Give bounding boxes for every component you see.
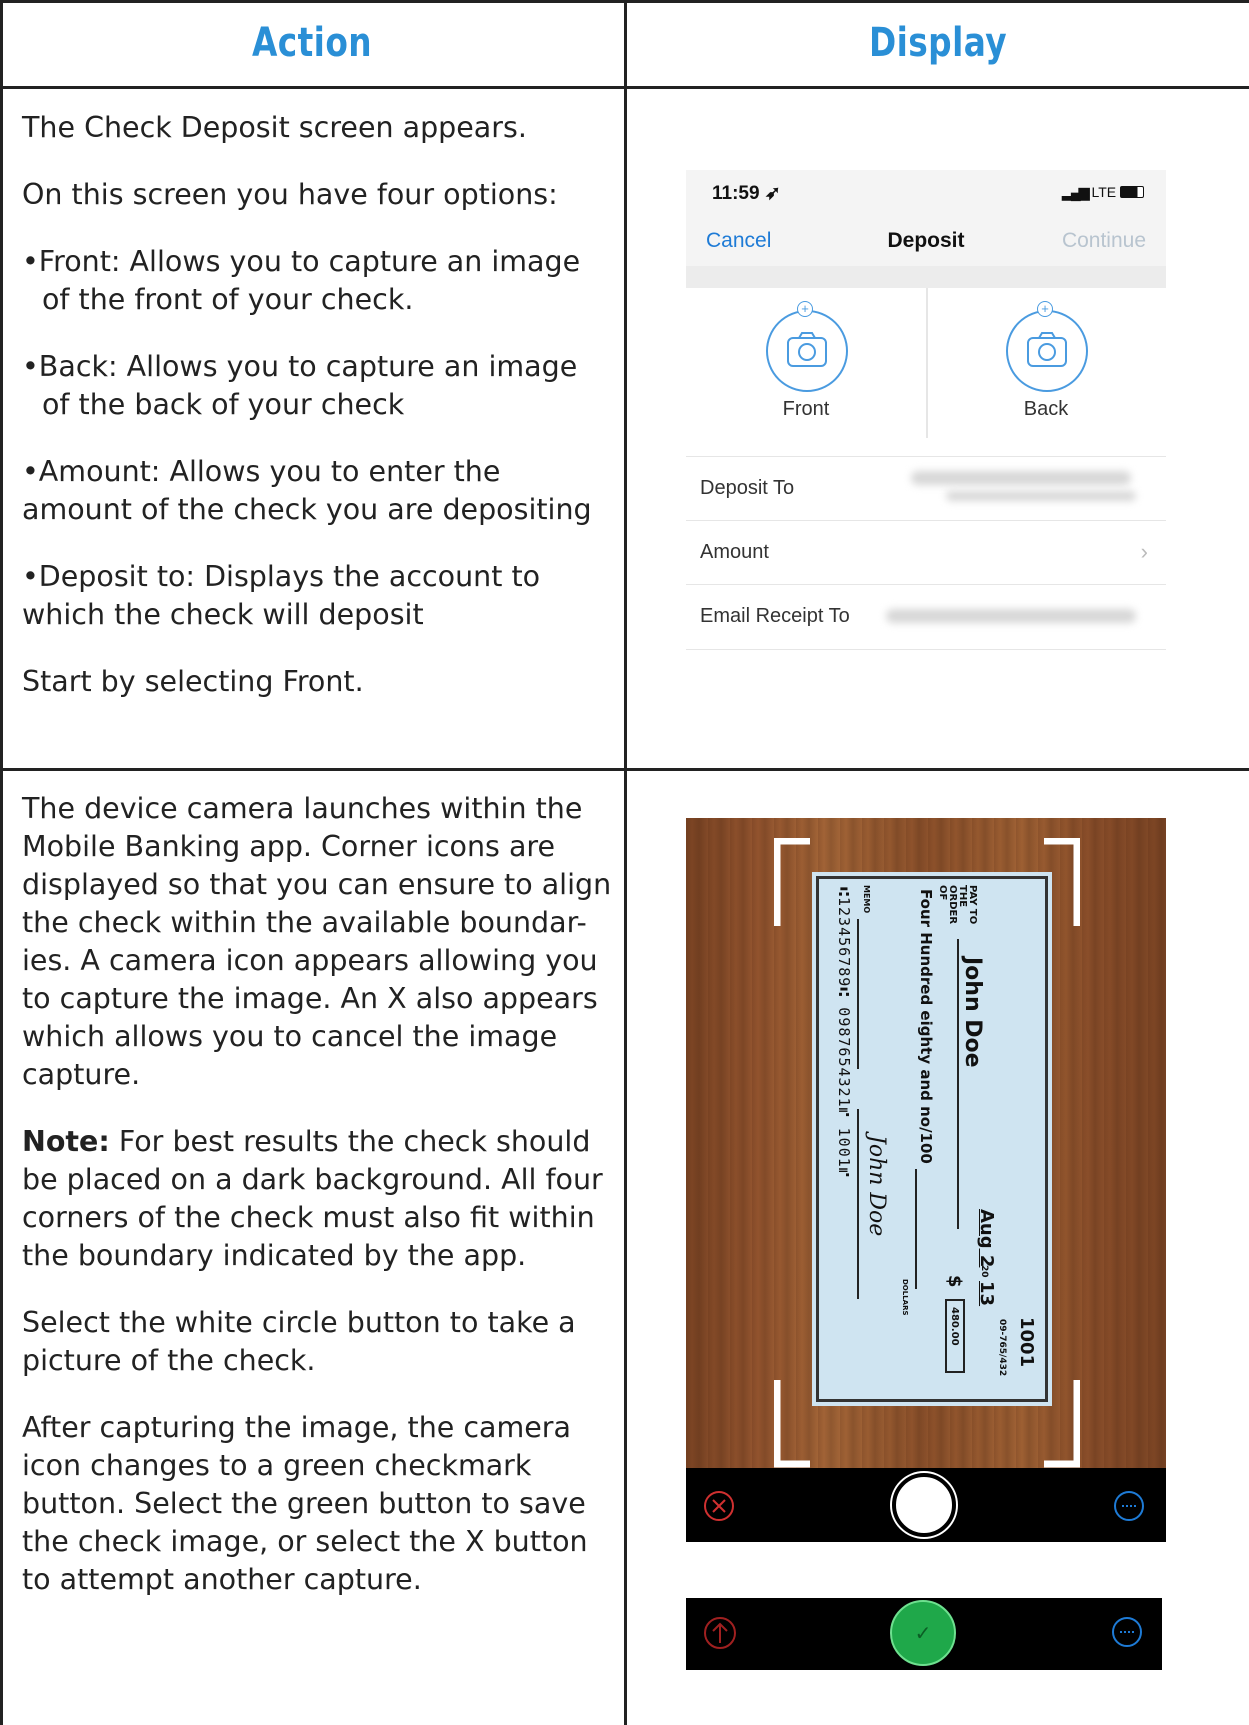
amount-label: Amount bbox=[700, 541, 769, 563]
paragraph: The Check Deposit screen appears. bbox=[22, 111, 527, 144]
check-number: 1001 bbox=[1016, 1317, 1037, 1368]
nav-separator bbox=[686, 266, 1166, 288]
signature-line bbox=[857, 1109, 859, 1299]
bullet-front: •Front: Allows you to capture an image o… bbox=[22, 245, 581, 316]
check-date: Aug 2 bbox=[976, 1209, 997, 1268]
options-icon[interactable] bbox=[1112, 1489, 1146, 1523]
check-pay-to: PAY TO THE ORDER OF bbox=[937, 885, 978, 925]
email-receipt-row[interactable]: Email Receipt To bbox=[686, 584, 1166, 650]
check-payee: John Doe bbox=[960, 957, 985, 1068]
table-divider-header bbox=[0, 86, 1249, 89]
blurred-account-sub bbox=[946, 491, 1136, 501]
check-signature: John Doe bbox=[864, 1135, 889, 1237]
cancel-button[interactable]: Cancel bbox=[706, 229, 771, 253]
back-capture-button[interactable]: + Back bbox=[926, 288, 1166, 438]
bullet-back: •Back: Allows you to capture an image of… bbox=[22, 350, 578, 421]
options-icon[interactable] bbox=[1110, 1615, 1144, 1649]
location-icon: ➶ bbox=[764, 183, 781, 204]
paragraph: Select the white circle button to take a… bbox=[22, 1306, 576, 1377]
table-divider-vertical bbox=[624, 0, 627, 1725]
table-divider-row bbox=[0, 768, 1249, 771]
check-year-prefix: 20 bbox=[979, 1265, 989, 1278]
camera-view: 1001 09-765/432 PAY TO THE ORDER OF John… bbox=[686, 818, 1166, 1542]
check-year: 13 bbox=[976, 1281, 997, 1307]
note-label: Note: bbox=[22, 1125, 110, 1158]
camera-toolbar-confirm: ✓ bbox=[686, 1598, 1162, 1670]
paragraph: On this screen you have four options: bbox=[22, 178, 558, 211]
checkmark-icon: ✓ bbox=[914, 1621, 932, 1645]
check-memo-label: MEMO bbox=[862, 885, 871, 914]
table-border-left bbox=[0, 0, 3, 1725]
corner-guide-top-left bbox=[774, 838, 810, 926]
camera-icon bbox=[1006, 310, 1088, 392]
check-dollar-sign: $ bbox=[944, 1275, 965, 1288]
email-receipt-label: Email Receipt To bbox=[700, 605, 850, 627]
continue-button[interactable]: Continue bbox=[1062, 229, 1146, 253]
bullet-deposit-to: •Deposit to: Displays the account to whi… bbox=[22, 560, 541, 631]
signal-indicator: ▂▄▆ LTE bbox=[1062, 184, 1144, 201]
check-routing-small: 09-765/432 bbox=[997, 1319, 1007, 1377]
signal-bars-icon: ▂▄▆ bbox=[1062, 184, 1089, 200]
paragraph: The device camera launches within the Mo… bbox=[22, 792, 612, 1091]
retake-button[interactable] bbox=[702, 1615, 738, 1651]
bullet-amount: •Amount: Allows you to enter the amount … bbox=[22, 455, 592, 526]
payee-line bbox=[957, 939, 959, 1229]
row1-action-text: The Check Deposit screen appears. On thi… bbox=[22, 109, 612, 730]
check-dollars-label: DOLLARS bbox=[901, 1279, 909, 1316]
memo-line bbox=[857, 919, 859, 1069]
instruction-table: Action Display The Check Deposit screen … bbox=[0, 0, 1249, 1725]
written-amount-line bbox=[915, 1169, 917, 1289]
status-bar: 11:59 ➶ ▂▄▆ LTE bbox=[686, 170, 1166, 216]
shutter-button[interactable] bbox=[892, 1473, 956, 1537]
battery-icon bbox=[1120, 186, 1144, 198]
header-action: Action bbox=[251, 20, 373, 66]
check-amount: 480.00 bbox=[949, 1307, 960, 1346]
status-time: 11:59 ➶ bbox=[712, 183, 781, 204]
check-micr: ⑆123456789⑆ 0987654321⑈ 1001⑈ bbox=[835, 887, 853, 1178]
deposit-screen: 11:59 ➶ ▂▄▆ LTE Deposit Cancel Continue … bbox=[686, 170, 1166, 654]
front-label: Front bbox=[782, 398, 830, 420]
row2-action-text: The device camera launches within the Mo… bbox=[22, 790, 617, 1628]
amount-row[interactable]: Amount › bbox=[686, 520, 1166, 585]
nav-bar: Deposit Cancel Continue bbox=[686, 216, 1166, 266]
front-capture-button[interactable]: + Front bbox=[686, 288, 926, 438]
add-icon: + bbox=[1037, 301, 1053, 317]
paragraph: After capturing the image, the camera ic… bbox=[22, 1411, 588, 1596]
camera-icon bbox=[766, 310, 848, 392]
paragraph: Start by selecting Front. bbox=[22, 665, 364, 698]
confirm-check-button[interactable]: ✓ bbox=[890, 1600, 956, 1666]
corner-guide-bottom-left bbox=[774, 1380, 810, 1468]
check-image: 1001 09-765/432 PAY TO THE ORDER OF John… bbox=[816, 876, 1048, 1402]
header-display: Display bbox=[868, 20, 1008, 66]
camera-toolbar bbox=[686, 1468, 1166, 1542]
deposit-to-row[interactable]: Deposit To bbox=[686, 456, 1166, 521]
chevron-right-icon: › bbox=[1140, 539, 1148, 564]
blurred-email bbox=[886, 609, 1136, 623]
cancel-capture-button[interactable] bbox=[702, 1489, 736, 1523]
note-paragraph: Note: For best results the check should … bbox=[22, 1123, 617, 1275]
add-icon: + bbox=[797, 301, 813, 317]
deposit-to-label: Deposit To bbox=[700, 477, 795, 499]
back-label: Back bbox=[1023, 398, 1069, 420]
note-text: For best results the check should be pla… bbox=[22, 1125, 603, 1272]
check-written-amount: Four Hundred eighty and no/100 bbox=[917, 889, 935, 1164]
blurred-account bbox=[911, 471, 1131, 485]
